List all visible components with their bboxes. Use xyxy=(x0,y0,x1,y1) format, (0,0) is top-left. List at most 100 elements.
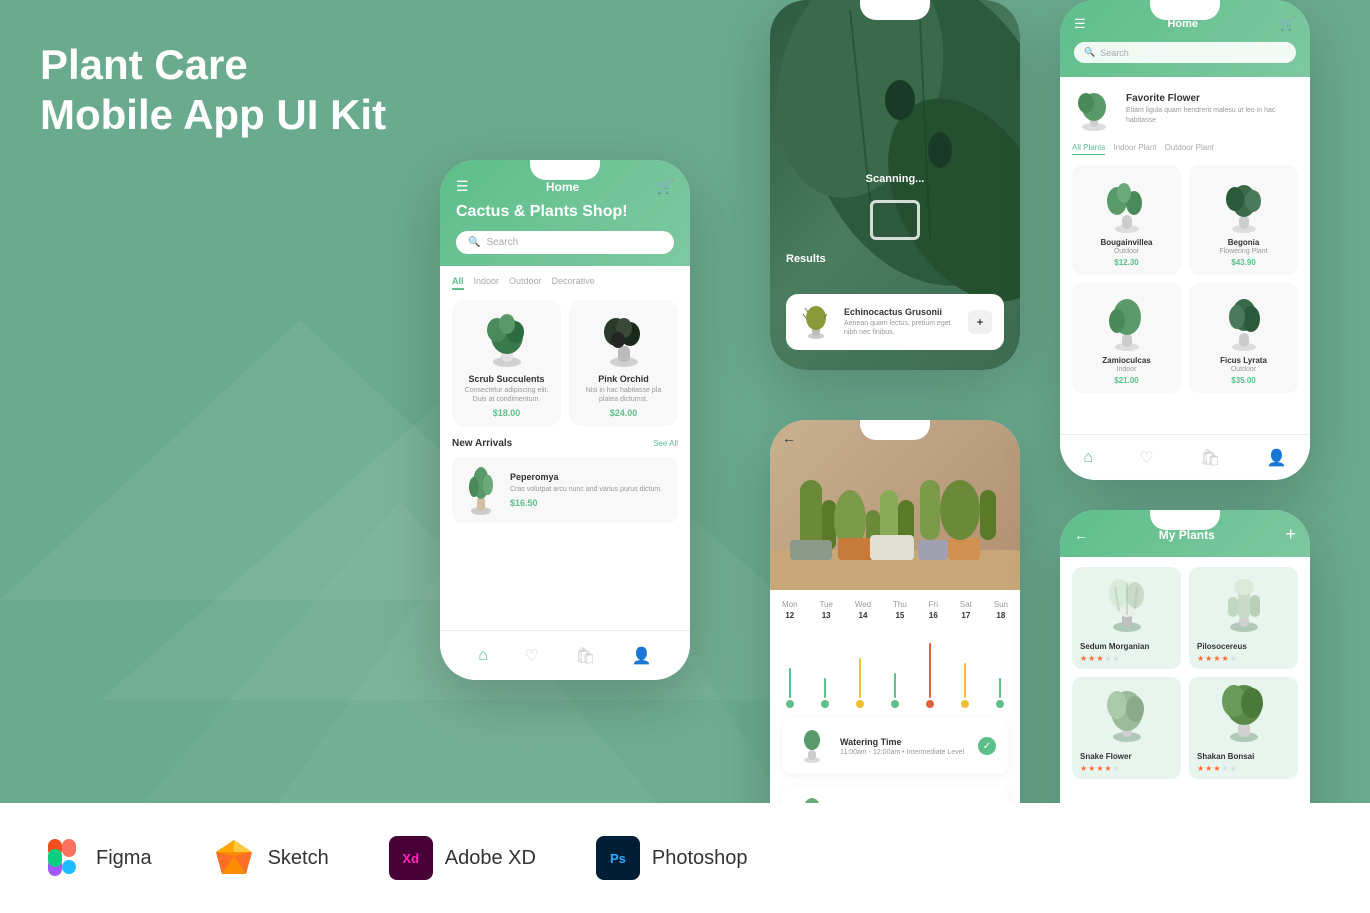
figma-icon xyxy=(40,836,84,880)
plant-card[interactable]: Begonia Flowering Plant $43.90 xyxy=(1189,165,1298,275)
cart-icon[interactable]: 🛒 xyxy=(1280,16,1296,32)
tab-outdoor[interactable]: Outdoor xyxy=(509,276,542,290)
product-desc: Consectetur adipiscing elit. Duis at con… xyxy=(460,386,553,404)
water-chart xyxy=(782,628,1008,708)
my-plant-card[interactable]: Shakan Bonsai ★ ★ ★ ★ ★ xyxy=(1189,677,1298,779)
plant-card-price: $43.90 xyxy=(1197,258,1290,267)
home-nav-icon[interactable]: ⌂ xyxy=(1083,449,1093,467)
my-plant-name: Pilosocereus xyxy=(1197,642,1290,651)
arrival-name: Peperomya xyxy=(510,472,668,482)
plant-card-name: Bougainvillea xyxy=(1080,238,1173,247)
cart-nav-icon[interactable]: 🛍 xyxy=(1200,448,1220,468)
phone1-headline: Cactus & Plants Shop! xyxy=(456,203,674,221)
phone1-tabs: All Indoor Outdoor Decorative xyxy=(452,276,678,290)
tool-figma: Figma xyxy=(40,836,152,880)
back-button[interactable]: ← xyxy=(782,430,796,446)
filter-all-plants[interactable]: All Plants xyxy=(1072,143,1105,155)
notch xyxy=(530,160,600,180)
arrival-price: $16.50 xyxy=(510,498,668,508)
product-price: $18.00 xyxy=(460,408,553,418)
profile-nav-icon[interactable]: 👤 xyxy=(632,646,652,666)
product-card[interactable]: Pink Orchid Nisi in hac habitasse pla pl… xyxy=(569,300,678,426)
home-nav-icon[interactable]: ⌂ xyxy=(478,647,488,665)
my-plant-name: Snake Flower xyxy=(1080,752,1173,761)
notch xyxy=(860,420,930,440)
plant-rating: ★ ★ ★ ★ ★ xyxy=(1080,764,1173,773)
my-plant-card[interactable]: Snake Flower ★ ★ ★ ★ ★ xyxy=(1072,677,1181,779)
search-icon: 🔍 xyxy=(468,237,480,248)
product-card[interactable]: Scrub Succulents Consectetur adipiscing … xyxy=(452,300,561,426)
water-bar xyxy=(856,658,864,708)
plant-card-type: Indoor xyxy=(1080,366,1173,373)
profile-nav-icon[interactable]: 👤 xyxy=(1267,448,1287,468)
water-bar xyxy=(786,668,794,708)
phone-plant-list: ☰ Home 🛒 🔍 Search Favorite Flower Etiam … xyxy=(1060,0,1310,480)
my-plant-card[interactable]: Sedum Morganian ★ ★ ★ ★ ★ xyxy=(1072,567,1181,669)
filter-tabs: All Plants Indoor Plant Outdoor Plant xyxy=(1072,143,1298,155)
day-item: Thu15 xyxy=(893,600,907,620)
product-price: $24.00 xyxy=(577,408,670,418)
search-icon: 🔍 xyxy=(1084,47,1095,58)
cart-icon[interactable]: 🛒 xyxy=(657,178,674,195)
add-button[interactable]: + xyxy=(1285,524,1296,545)
plant-card-name: Zamioculcas xyxy=(1080,356,1173,365)
event-title: Watering Time xyxy=(840,737,968,747)
tab-all[interactable]: All xyxy=(452,276,464,290)
scan-result: Echinocactus Grusonii Aenean quam lectus… xyxy=(786,294,1004,350)
product-image xyxy=(594,308,654,368)
tab-decorative[interactable]: Decorative xyxy=(552,276,595,290)
plant-card-price: $35.00 xyxy=(1197,376,1290,385)
water-bar xyxy=(961,663,969,708)
my-plant-card[interactable]: Pilosocereus ★ ★ ★ ★ ★ xyxy=(1189,567,1298,669)
phone1-search[interactable]: 🔍 Search xyxy=(456,231,674,254)
plant-card-name: Begonia xyxy=(1197,238,1290,247)
phone1-products: Scrub Succulents Consectetur adipiscing … xyxy=(452,300,678,426)
water-bar xyxy=(926,643,934,708)
phone1-body: All Indoor Outdoor Decorative Sc xyxy=(440,266,690,533)
water-bar xyxy=(996,678,1004,708)
water-event: Watering Time 11:00am - 12:00am • Interm… xyxy=(782,718,1008,774)
menu-icon[interactable]: ☰ xyxy=(1074,16,1086,32)
scanning-label: Scanning... xyxy=(866,173,925,185)
arrival-info: Peperomya Cras volutpat arcu nunc and va… xyxy=(510,472,668,508)
plant-rating: ★ ★ ★ ★ ★ xyxy=(1197,764,1290,773)
plant-card-type: Outdoor xyxy=(1197,366,1290,373)
product-name: Pink Orchid xyxy=(577,374,670,384)
tab-indoor[interactable]: Indoor xyxy=(474,276,500,290)
see-all-link[interactable]: See All xyxy=(653,439,678,448)
tool-sketch: Sketch xyxy=(212,836,329,880)
cart-nav-icon[interactable]: 🛍 xyxy=(575,646,595,666)
plant-card-image xyxy=(1102,173,1152,233)
scan-result-add[interactable]: + xyxy=(968,310,992,334)
filter-indoor[interactable]: Indoor Plant xyxy=(1113,143,1156,155)
phone1-nav-title: Home xyxy=(469,180,657,194)
plant-card[interactable]: Ficus Lyrata Outdoor $35.00 xyxy=(1189,283,1298,393)
my-plant-name: Shakan Bonsai xyxy=(1197,752,1290,761)
plant-card-name: Ficus Lyrata xyxy=(1197,356,1290,365)
scan-result-image xyxy=(798,304,834,340)
favorites-nav-icon[interactable]: ♡ xyxy=(1139,448,1153,468)
arrival-item[interactable]: Peperomya Cras volutpat arcu nunc and va… xyxy=(452,457,678,523)
page-title: Plant Care Mobile App UI Kit xyxy=(40,40,386,141)
back-button[interactable]: ← xyxy=(1074,527,1088,543)
plant-card[interactable]: Bougainvillea Outdoor $12.30 xyxy=(1072,165,1181,275)
event-check: ✓ xyxy=(978,737,996,755)
phone4-search[interactable]: 🔍 Search xyxy=(1074,42,1296,63)
featured-plant: Favorite Flower Etiam ligula quam hendre… xyxy=(1072,87,1298,131)
xd-label: Adobe XD xyxy=(445,847,536,870)
my-plant-image xyxy=(1189,677,1298,747)
scanner-bg: Results Scanning... xyxy=(770,0,1020,370)
plant-card-price: $12.30 xyxy=(1080,258,1173,267)
tool-adobe-xd: Xd Adobe XD xyxy=(389,836,536,880)
plant-card[interactable]: Zamioculcas Indoor $21.00 xyxy=(1072,283,1181,393)
photoshop-label: Photoshop xyxy=(652,847,748,870)
plant-card-type: Outdoor xyxy=(1080,248,1173,255)
day-item: Tue13 xyxy=(819,600,833,620)
scanner-frame xyxy=(870,200,920,240)
my-plant-image xyxy=(1189,567,1298,637)
favorites-nav-icon[interactable]: ♡ xyxy=(524,646,538,666)
tool-photoshop: Ps Photoshop xyxy=(596,836,748,880)
menu-icon[interactable]: ☰ xyxy=(456,178,469,195)
product-image xyxy=(477,308,537,368)
filter-outdoor[interactable]: Outdoor Plant xyxy=(1165,143,1214,155)
